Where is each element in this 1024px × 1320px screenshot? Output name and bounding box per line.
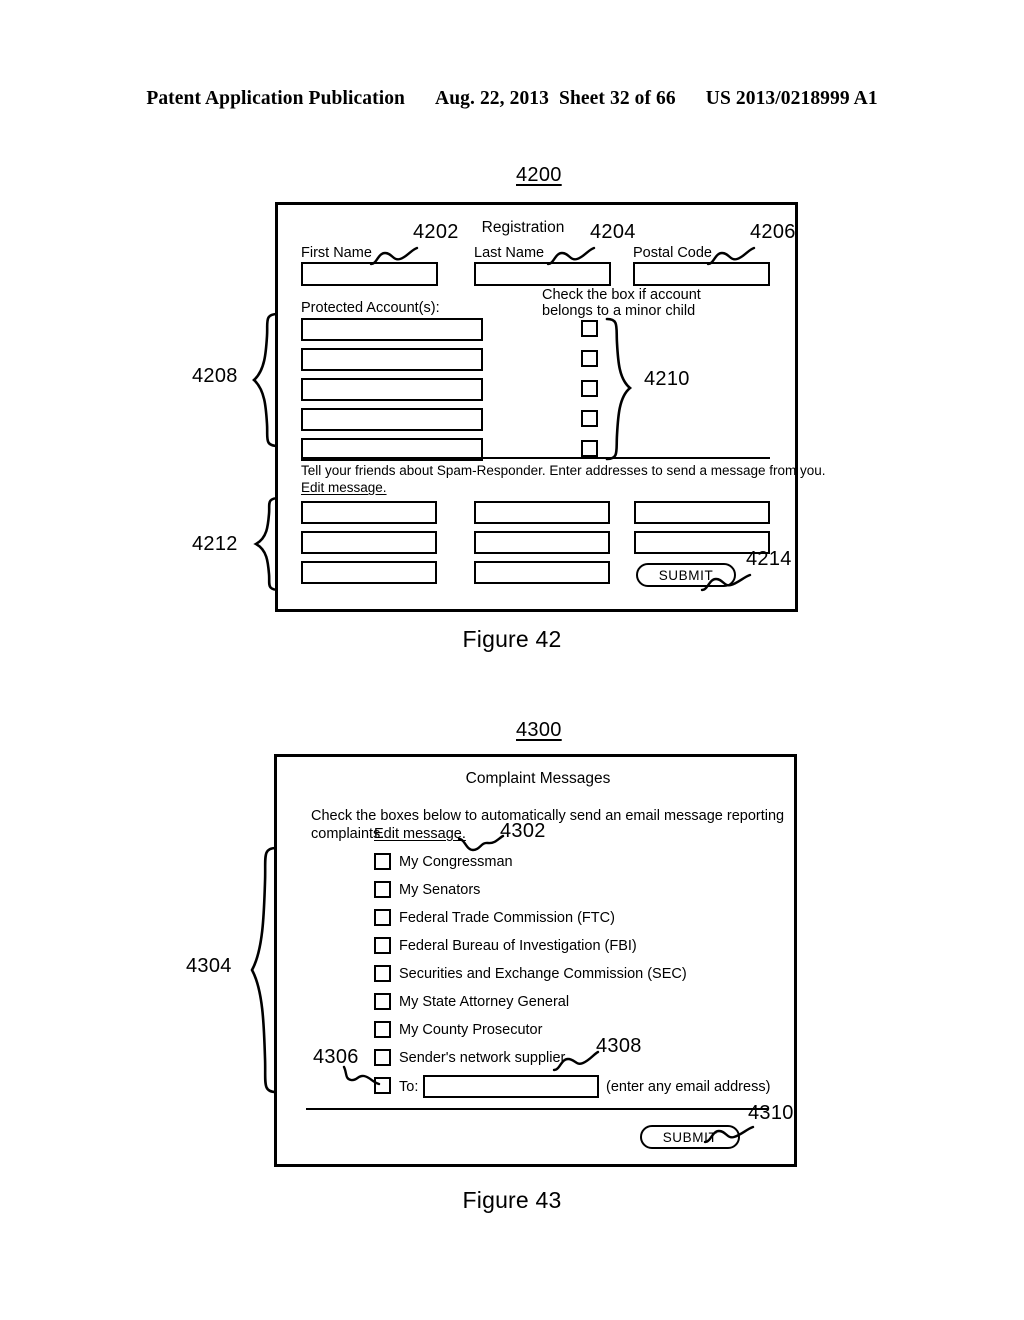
minor-child-checkbox-3[interactable] <box>581 380 598 397</box>
label-securities-and-exchange-commission: Securities and Exchange Commission (SEC) <box>399 966 687 982</box>
friend-email-input-r1c1[interactable] <box>301 501 437 524</box>
first-name-label: First Name <box>301 245 372 261</box>
lead-line-4214 <box>700 573 752 593</box>
edit-message-link-42[interactable]: Edit message. <box>301 480 387 496</box>
edit-message-link-43[interactable]: Edit message. <box>374 826 466 843</box>
protected-account-input-1[interactable] <box>301 318 483 341</box>
lead-line-4206 <box>706 246 756 266</box>
protected-account-input-2[interactable] <box>301 348 483 371</box>
to-email-hint: (enter any email address) <box>606 1079 771 1095</box>
figure-43-caption: Figure 43 <box>462 1187 562 1213</box>
to-email-input[interactable] <box>423 1075 599 1098</box>
checkbox-federal-bureau-of-investigation[interactable] <box>374 937 391 954</box>
figure-42-ref-4208: 4208 <box>192 365 238 387</box>
minor-child-checkbox-1[interactable] <box>581 320 598 337</box>
label-my-senators: My Senators <box>399 882 481 898</box>
minor-child-checkbox-2[interactable] <box>581 350 598 367</box>
protected-account-input-4[interactable] <box>301 408 483 431</box>
minor-child-checkbox-4[interactable] <box>581 410 598 427</box>
friend-email-input-r3c1[interactable] <box>301 561 437 584</box>
figure-42-ref-4206: 4206 <box>750 221 796 243</box>
label-federal-bureau-of-investigation: Federal Bureau of Investigation (FBI) <box>399 938 637 954</box>
checkbox-my-congressman[interactable] <box>374 853 391 870</box>
header-patent-number: US 2013/0218999 A1 <box>705 88 878 109</box>
postal-code-label: Postal Code <box>633 245 712 261</box>
label-my-congressman: My Congressman <box>399 854 513 870</box>
checkbox-senders-network-supplier[interactable] <box>374 1049 391 1066</box>
checkbox-federal-trade-commission[interactable] <box>374 909 391 926</box>
header-publication: Patent Application Publication <box>146 88 406 109</box>
figure-42-reference-number: 4200 <box>516 164 562 186</box>
header-sheet: Sheet 32 of 66 <box>559 88 676 109</box>
complaint-messages-title: Complaint Messages <box>465 770 611 787</box>
figure-42-ref-4210: 4210 <box>644 368 690 390</box>
figure-43-ref-4310: 4310 <box>748 1102 794 1124</box>
friend-email-input-r1c2[interactable] <box>474 501 610 524</box>
label-senders-network-supplier: Sender's network supplier <box>399 1050 566 1066</box>
divider-registration <box>301 457 770 459</box>
lead-line-4310 <box>703 1125 755 1145</box>
divider-complaint <box>306 1108 769 1110</box>
brace-4210 <box>605 317 633 463</box>
patent-drawing-page: Patent Application Publication Aug. 22, 2… <box>0 0 1024 1320</box>
checkbox-my-senators[interactable] <box>374 881 391 898</box>
minor-child-label-line1: Check the box if account <box>542 287 701 303</box>
label-federal-trade-commission: Federal Trade Commission (FTC) <box>399 910 615 926</box>
figure-43-reference-number: 4300 <box>516 719 562 741</box>
complaint-messages-screen: Complaint Messages Check the boxes below… <box>274 754 797 1167</box>
protected-accounts-label: Protected Account(s): <box>301 300 440 316</box>
friend-email-input-r2c2[interactable] <box>474 531 610 554</box>
label-to: To: <box>399 1079 419 1095</box>
figure-42-ref-4202: 4202 <box>413 221 459 243</box>
checkbox-securities-and-exchange-commission[interactable] <box>374 965 391 982</box>
figure-42-ref-4212: 4212 <box>192 533 238 555</box>
label-my-county-prosecutor: My County Prosecutor <box>399 1022 543 1038</box>
header-date: Aug. 22, 2013 <box>435 88 549 109</box>
registration-title: Registration <box>481 219 565 236</box>
friend-email-input-r2c1[interactable] <box>301 531 437 554</box>
publication-header: Patent Application Publication Aug. 22, 2… <box>0 88 1024 110</box>
label-my-state-attorney-general: My State Attorney General <box>399 994 570 1010</box>
complaint-instruction-line1: Check the boxes below to automatically s… <box>311 808 785 824</box>
minor-child-checkbox-5[interactable] <box>581 440 598 457</box>
lead-line-4306 <box>342 1065 382 1087</box>
figure-42-ref-4214: 4214 <box>746 548 792 570</box>
figure-43-ref-4302: 4302 <box>500 820 546 842</box>
checkbox-my-county-prosecutor[interactable] <box>374 1021 391 1038</box>
lead-line-4302 <box>457 833 505 853</box>
figure-43-ref-4304: 4304 <box>186 955 232 977</box>
lead-line-4202 <box>369 246 419 266</box>
tell-friends-text: Tell your friends about Spam-Responder. … <box>301 463 826 478</box>
friend-email-input-r1c3[interactable] <box>634 501 770 524</box>
protected-account-input-3[interactable] <box>301 378 483 401</box>
checkbox-my-state-attorney-general[interactable] <box>374 993 391 1010</box>
figure-43-ref-4308: 4308 <box>596 1035 642 1057</box>
figure-42-caption: Figure 42 <box>462 626 562 652</box>
lead-line-4308 <box>552 1050 600 1072</box>
friend-email-input-r3c2[interactable] <box>474 561 610 584</box>
lead-line-4204 <box>546 246 596 266</box>
last-name-label: Last Name <box>474 245 545 261</box>
figure-42-ref-4204: 4204 <box>590 221 636 243</box>
